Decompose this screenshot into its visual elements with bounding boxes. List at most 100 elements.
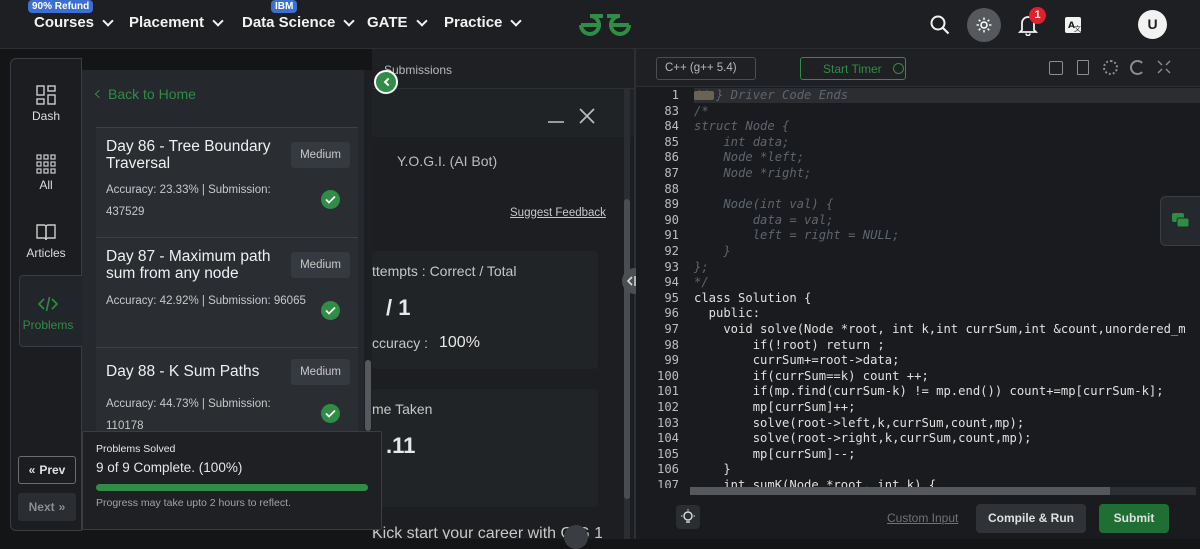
code-line[interactable]: 83 /* bbox=[636, 104, 1200, 120]
code-text[interactable]: left = right = NULL; bbox=[694, 228, 900, 244]
code-area[interactable]: 1 // } Driver Code Ends 83 /* 84 struct Node … bbox=[636, 88, 1200, 488]
code-text[interactable]: solve(root->left,k,currSum,count,mp); bbox=[694, 416, 1025, 432]
start-timer-button[interactable]: Start Timer bbox=[800, 57, 906, 80]
language-select[interactable]: C++ (g++ 5.4) bbox=[656, 57, 756, 80]
back-to-home-link[interactable]: Back to Home bbox=[94, 86, 196, 102]
gfg-logo-icon[interactable] bbox=[575, 10, 635, 45]
code-line[interactable]: 105 mp[currSum]--; bbox=[636, 447, 1200, 463]
list-item[interactable]: Day 87 - Maximum path sum from any node … bbox=[96, 237, 358, 347]
translate-icon[interactable]: A文 bbox=[1058, 10, 1088, 40]
editor-h-scrollbar-thumb[interactable] bbox=[690, 487, 1110, 495]
code-text[interactable]: if(currSum==k) count ++; bbox=[694, 369, 929, 385]
line-number: 87 bbox=[664, 166, 679, 180]
code-line[interactable]: 1 // } Driver Code Ends bbox=[636, 88, 1200, 104]
code-text[interactable]: if(!root) return ; bbox=[694, 338, 885, 354]
code-text[interactable]: struct Node { bbox=[694, 119, 789, 135]
minimize-icon[interactable] bbox=[548, 121, 564, 123]
import-file-icon[interactable] bbox=[1077, 60, 1089, 75]
nav-courses[interactable]: Courses bbox=[34, 14, 114, 31]
submit-button[interactable]: Submit bbox=[1099, 504, 1169, 533]
code-line[interactable]: 90 data = val; bbox=[636, 213, 1200, 229]
code-line[interactable]: 89 Node(int val) { bbox=[636, 197, 1200, 213]
code-text[interactable]: } bbox=[694, 244, 730, 260]
chevron-down-icon bbox=[102, 14, 114, 27]
code-text[interactable]: // } Driver Code Ends bbox=[694, 88, 848, 104]
next-button[interactable]: Next» bbox=[18, 493, 76, 521]
ai-bot-label[interactable]: Y.O.G.I. (AI Bot) bbox=[397, 153, 497, 169]
code-text[interactable]: currSum+=root->data; bbox=[694, 353, 900, 369]
code-line[interactable]: 85 int data; bbox=[636, 135, 1200, 151]
code-text[interactable]: class Solution { bbox=[694, 291, 811, 307]
prev-button[interactable]: «Prev bbox=[18, 456, 76, 484]
code-text[interactable]: /* bbox=[694, 104, 709, 120]
line-number: 93 bbox=[664, 259, 679, 274]
custom-input-link[interactable]: Custom Input bbox=[887, 511, 958, 525]
nav-practice[interactable]: Practice bbox=[444, 14, 523, 31]
code-line[interactable]: 84 struct Node { bbox=[636, 119, 1200, 135]
progress-fill bbox=[96, 484, 368, 491]
code-line[interactable]: 92 } bbox=[636, 244, 1200, 260]
sidebar-item-dash[interactable]: Dash bbox=[11, 85, 81, 123]
code-text[interactable]: Node *left; bbox=[694, 150, 804, 166]
code-text[interactable]: mp[currSum]++; bbox=[694, 400, 856, 416]
user-avatar[interactable]: U bbox=[1138, 10, 1167, 39]
compile-run-button[interactable]: Compile & Run bbox=[976, 504, 1086, 533]
reset-icon[interactable] bbox=[1130, 60, 1145, 75]
theme-toggle-icon[interactable] bbox=[967, 8, 1001, 42]
code-text[interactable]: int data; bbox=[694, 135, 789, 151]
code-line[interactable]: 87 Node *right; bbox=[636, 166, 1200, 182]
settings-gear-icon[interactable] bbox=[1103, 60, 1118, 75]
lightbulb-icon[interactable] bbox=[676, 505, 700, 529]
solved-check-icon bbox=[321, 190, 340, 209]
nav-data-science-label: Data Science bbox=[242, 14, 336, 31]
code-text[interactable]: if(mp.find(currSum-k) != mp.end()) count… bbox=[694, 384, 1164, 400]
collapse-drawer-button[interactable] bbox=[374, 70, 398, 94]
sidebar-item-all[interactable]: All bbox=[11, 154, 81, 192]
line-number: 103 bbox=[656, 415, 679, 430]
code-line[interactable]: 100 if(currSum==k) count ++; bbox=[636, 369, 1200, 385]
fullscreen-icon[interactable] bbox=[1157, 60, 1171, 79]
code-text[interactable]: */ bbox=[694, 275, 709, 291]
search-icon[interactable] bbox=[925, 10, 955, 40]
code-line[interactable]: 86 Node *left; bbox=[636, 150, 1200, 166]
list-item[interactable]: Day 86 - Tree Boundary Traversal Medium … bbox=[96, 127, 358, 237]
code-text[interactable]: } bbox=[694, 462, 730, 478]
copy-icon[interactable] bbox=[1049, 61, 1063, 75]
list-item[interactable]: Day 88 - K Sum Paths Medium Accuracy: 44… bbox=[96, 347, 358, 439]
code-line[interactable]: 97 void solve(Node *root, int k,int curr… bbox=[636, 322, 1200, 338]
suggest-feedback-link[interactable]: Suggest Feedback bbox=[510, 207, 606, 219]
close-icon[interactable] bbox=[578, 107, 596, 125]
nav-data-science[interactable]: Data Science bbox=[242, 14, 356, 31]
panel-scrollbar-thumb[interactable] bbox=[624, 199, 630, 499]
code-line[interactable]: 104 solve(root->right,k,currSum,count,mp… bbox=[636, 431, 1200, 447]
chat-bubble-icon[interactable] bbox=[1160, 196, 1200, 246]
code-text[interactable]: void solve(Node *root, int k,int currSum… bbox=[694, 322, 1185, 338]
code-text[interactable]: public: bbox=[694, 306, 760, 322]
code-text[interactable]: }; bbox=[694, 260, 709, 276]
code-line[interactable]: 102 mp[currSum]++; bbox=[636, 400, 1200, 416]
code-line[interactable]: 94 */ bbox=[636, 275, 1200, 291]
double-chevron-right-icon: » bbox=[58, 500, 66, 514]
code-text[interactable]: data = val; bbox=[694, 213, 834, 229]
code-text[interactable]: solve(root->right,k,currSum,count,mp); bbox=[694, 431, 1032, 447]
drawer-scrollbar-thumb[interactable] bbox=[365, 360, 371, 431]
code-line[interactable]: 101 if(mp.find(currSum-k) != mp.end()) c… bbox=[636, 384, 1200, 400]
nav-gate[interactable]: GATE bbox=[367, 14, 428, 31]
code-line[interactable]: 103 solve(root->left,k,currSum,count,mp)… bbox=[636, 416, 1200, 432]
sidebar-item-articles[interactable]: Articles bbox=[11, 222, 81, 260]
code-text[interactable]: Node(int val) { bbox=[694, 197, 833, 213]
line-number: 95 bbox=[664, 290, 679, 305]
code-text[interactable]: Node *right; bbox=[694, 166, 811, 182]
code-line[interactable]: 91 left = right = NULL; bbox=[636, 228, 1200, 244]
code-line[interactable]: 95 class Solution { bbox=[636, 291, 1200, 307]
code-text[interactable]: mp[currSum]--; bbox=[694, 447, 856, 463]
code-line[interactable]: 98 if(!root) return ; bbox=[636, 338, 1200, 354]
promo-arrow-icon[interactable] bbox=[564, 525, 588, 549]
nav-placement[interactable]: Placement bbox=[129, 14, 224, 31]
code-line[interactable]: 93}; bbox=[636, 260, 1200, 276]
code-line[interactable]: 96 public: bbox=[636, 306, 1200, 322]
sidebar-item-problems[interactable]: Problems bbox=[16, 294, 80, 332]
code-line[interactable]: 106 } bbox=[636, 462, 1200, 478]
code-line[interactable]: 88 bbox=[636, 182, 1200, 198]
code-line[interactable]: 99 currSum+=root->data; bbox=[636, 353, 1200, 369]
